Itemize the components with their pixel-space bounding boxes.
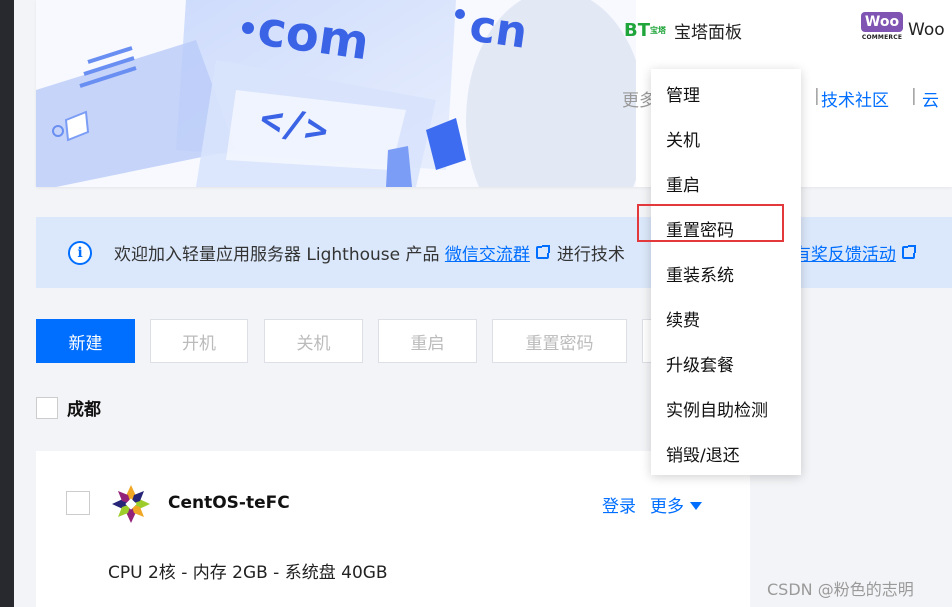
notice-text-prefix: 欢迎加入轻量应用服务器 Lighthouse 产品 xyxy=(114,245,440,265)
watermark: CSDN @粉色的志明 xyxy=(767,580,914,599)
woocommerce-logo[interactable]: Woo COMMERCE Woo xyxy=(860,12,945,48)
instance-card: CentOS-teFC 登录 更多 CPU 2核 - 内存 2GB - 系统盘 … xyxy=(36,451,750,607)
restart-button[interactable]: 重启 xyxy=(378,319,477,363)
instance-checkbox[interactable] xyxy=(66,491,90,515)
link-wechat-group[interactable]: 微信交流群 xyxy=(445,240,530,265)
more-dropdown-menu: 管理 关机 重启 重置密码 重装系统 续费 升级套餐 实例自助检测 销毁/退还 xyxy=(651,69,801,475)
menu-item-upgrade-plan[interactable]: 升级套餐 xyxy=(666,351,734,376)
link-cloud[interactable]: 云 xyxy=(922,86,939,111)
more-label: 更多 xyxy=(650,497,684,517)
menu-item-reinstall-system[interactable]: 重装系统 xyxy=(666,261,734,286)
create-button[interactable]: 新建 xyxy=(36,319,135,363)
instance-specs: CPU 2核 - 内存 2GB - 系统盘 40GB xyxy=(108,563,388,583)
woo-mark: Woo xyxy=(860,12,904,32)
region-label: 成都 xyxy=(67,400,101,420)
menu-item-manage[interactable]: 管理 xyxy=(666,81,700,106)
bt-logo-icon: BT宝塔 xyxy=(624,20,666,41)
menu-item-shutdown[interactable]: 关机 xyxy=(666,126,700,151)
menu-item-destroy-refund[interactable]: 销毁/退还 xyxy=(666,441,740,466)
region-checkbox[interactable] xyxy=(36,396,58,419)
woo-logo-icon: Woo COMMERCE xyxy=(860,12,904,48)
link-separator: | xyxy=(814,86,820,106)
link-separator: | xyxy=(911,86,917,106)
menu-item-restart[interactable]: 重启 xyxy=(666,171,700,196)
bt-panel-logo[interactable]: BT宝塔 宝塔面板 xyxy=(624,18,742,43)
link-community[interactable]: 技术社区 xyxy=(821,86,889,111)
start-button[interactable]: 开机 xyxy=(150,319,248,363)
notice-text-mid: 进行技术 xyxy=(556,245,625,265)
bt-mark-small: 宝塔 xyxy=(650,26,666,35)
notice-bar: i 欢迎加入轻量应用服务器 Lighthouse 产品 微信交流群 进行技术 与有奖… xyxy=(36,217,952,288)
external-link-icon xyxy=(535,245,550,259)
sidebar-edge xyxy=(0,0,14,607)
region-group: 成都 xyxy=(36,395,101,420)
promo-banner[interactable]: com cn </> BT宝塔 宝塔面板 Woo COMMERCE Woo 更多… xyxy=(36,0,952,187)
menu-item-self-check[interactable]: 实例自助检测 xyxy=(666,396,768,421)
centos-icon xyxy=(112,485,150,523)
bt-mark-text: BT xyxy=(624,20,650,41)
bt-panel-name: 宝塔面板 xyxy=(674,23,742,43)
menu-item-renew[interactable]: 续费 xyxy=(666,306,700,331)
login-link[interactable]: 登录 xyxy=(602,492,636,517)
woo-sub: COMMERCE xyxy=(861,34,903,41)
highlight-box xyxy=(637,204,784,242)
reset-password-button[interactable]: 重置密码 xyxy=(492,319,627,363)
info-icon: i xyxy=(68,240,92,265)
instance-name[interactable]: CentOS-teFC xyxy=(168,493,290,513)
more-dropdown-trigger[interactable]: 更多 xyxy=(650,492,702,517)
instance-actions: 登录 更多 xyxy=(602,492,702,517)
banner-text-cn: cn xyxy=(466,0,530,58)
external-link-icon xyxy=(901,245,916,259)
shutdown-button[interactable]: 关机 xyxy=(264,319,363,363)
banner-illustration: com cn </> xyxy=(36,0,636,187)
caret-down-icon xyxy=(690,502,702,510)
woo-name: Woo xyxy=(908,20,945,40)
